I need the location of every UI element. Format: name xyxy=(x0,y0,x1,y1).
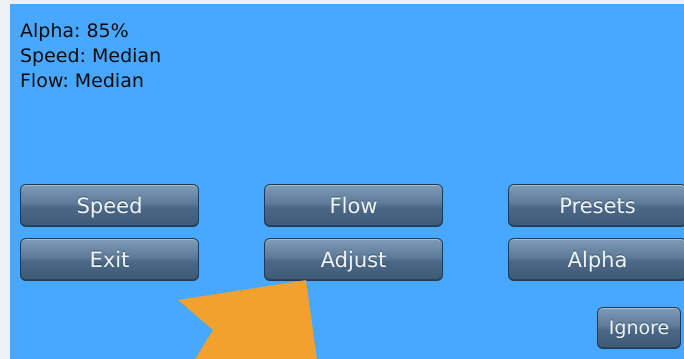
adjust-button[interactable]: Adjust xyxy=(264,238,443,281)
alpha-button[interactable]: Alpha xyxy=(508,238,684,281)
ignore-button[interactable]: Ignore xyxy=(597,307,681,349)
status-text: Alpha: 85% Speed: Median Flow: Median xyxy=(20,19,161,94)
exit-button[interactable]: Exit xyxy=(20,238,199,281)
speed-button[interactable]: Speed xyxy=(20,184,199,227)
speed-status: Speed: Median xyxy=(20,45,162,67)
flow-status: Flow: Median xyxy=(20,70,144,92)
presets-button[interactable]: Presets xyxy=(508,184,684,227)
menu-dialog: Alpha: 85% Speed: Median Flow: Median Sp… xyxy=(10,4,684,359)
alpha-status: Alpha: 85% xyxy=(20,20,129,42)
flow-button[interactable]: Flow xyxy=(264,184,443,227)
